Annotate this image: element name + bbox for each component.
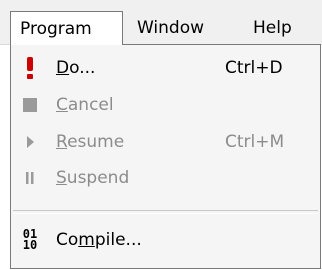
menu-item-compile[interactable]: 01 10 Compile... — [11, 222, 320, 258]
menu-item-resume[interactable]: Resume Ctrl+M — [11, 124, 320, 160]
menu-item-suspend-label: Suspend — [56, 168, 130, 188]
play-triangle-icon — [17, 128, 43, 156]
stop-square-icon — [17, 91, 43, 119]
menu-window-label: Window — [137, 17, 205, 38]
menu-separator — [13, 210, 318, 214]
menu-help-label: Help — [253, 17, 292, 38]
program-dropdown-menu: Do... Ctrl+D Cancel Resume Ctrl+M Suspen… — [10, 44, 321, 269]
menu-item-cancel[interactable]: Cancel — [11, 87, 320, 123]
menu-bar: Program Window Help — [0, 0, 322, 45]
binary-icon: 01 10 — [22, 227, 38, 252]
menu-item-suspend[interactable]: Suspend — [11, 160, 320, 196]
menu-program[interactable]: Program — [10, 11, 123, 45]
menu-program-label: Program — [20, 18, 92, 39]
menu-item-do[interactable]: Do... Ctrl+D — [11, 50, 320, 86]
menu-item-do-shortcut: Ctrl+D — [225, 58, 283, 78]
menu-item-do-label: Do... — [56, 58, 96, 78]
menu-help[interactable]: Help — [244, 11, 301, 44]
pause-icon — [17, 164, 43, 192]
menu-item-compile-label: Compile... — [56, 230, 142, 250]
exclamation-icon — [17, 54, 43, 82]
menu-item-resume-label: Resume — [56, 132, 125, 152]
menu-window[interactable]: Window — [128, 11, 213, 44]
menu-item-cancel-label: Cancel — [56, 95, 114, 115]
menu-item-resume-shortcut: Ctrl+M — [225, 132, 285, 152]
